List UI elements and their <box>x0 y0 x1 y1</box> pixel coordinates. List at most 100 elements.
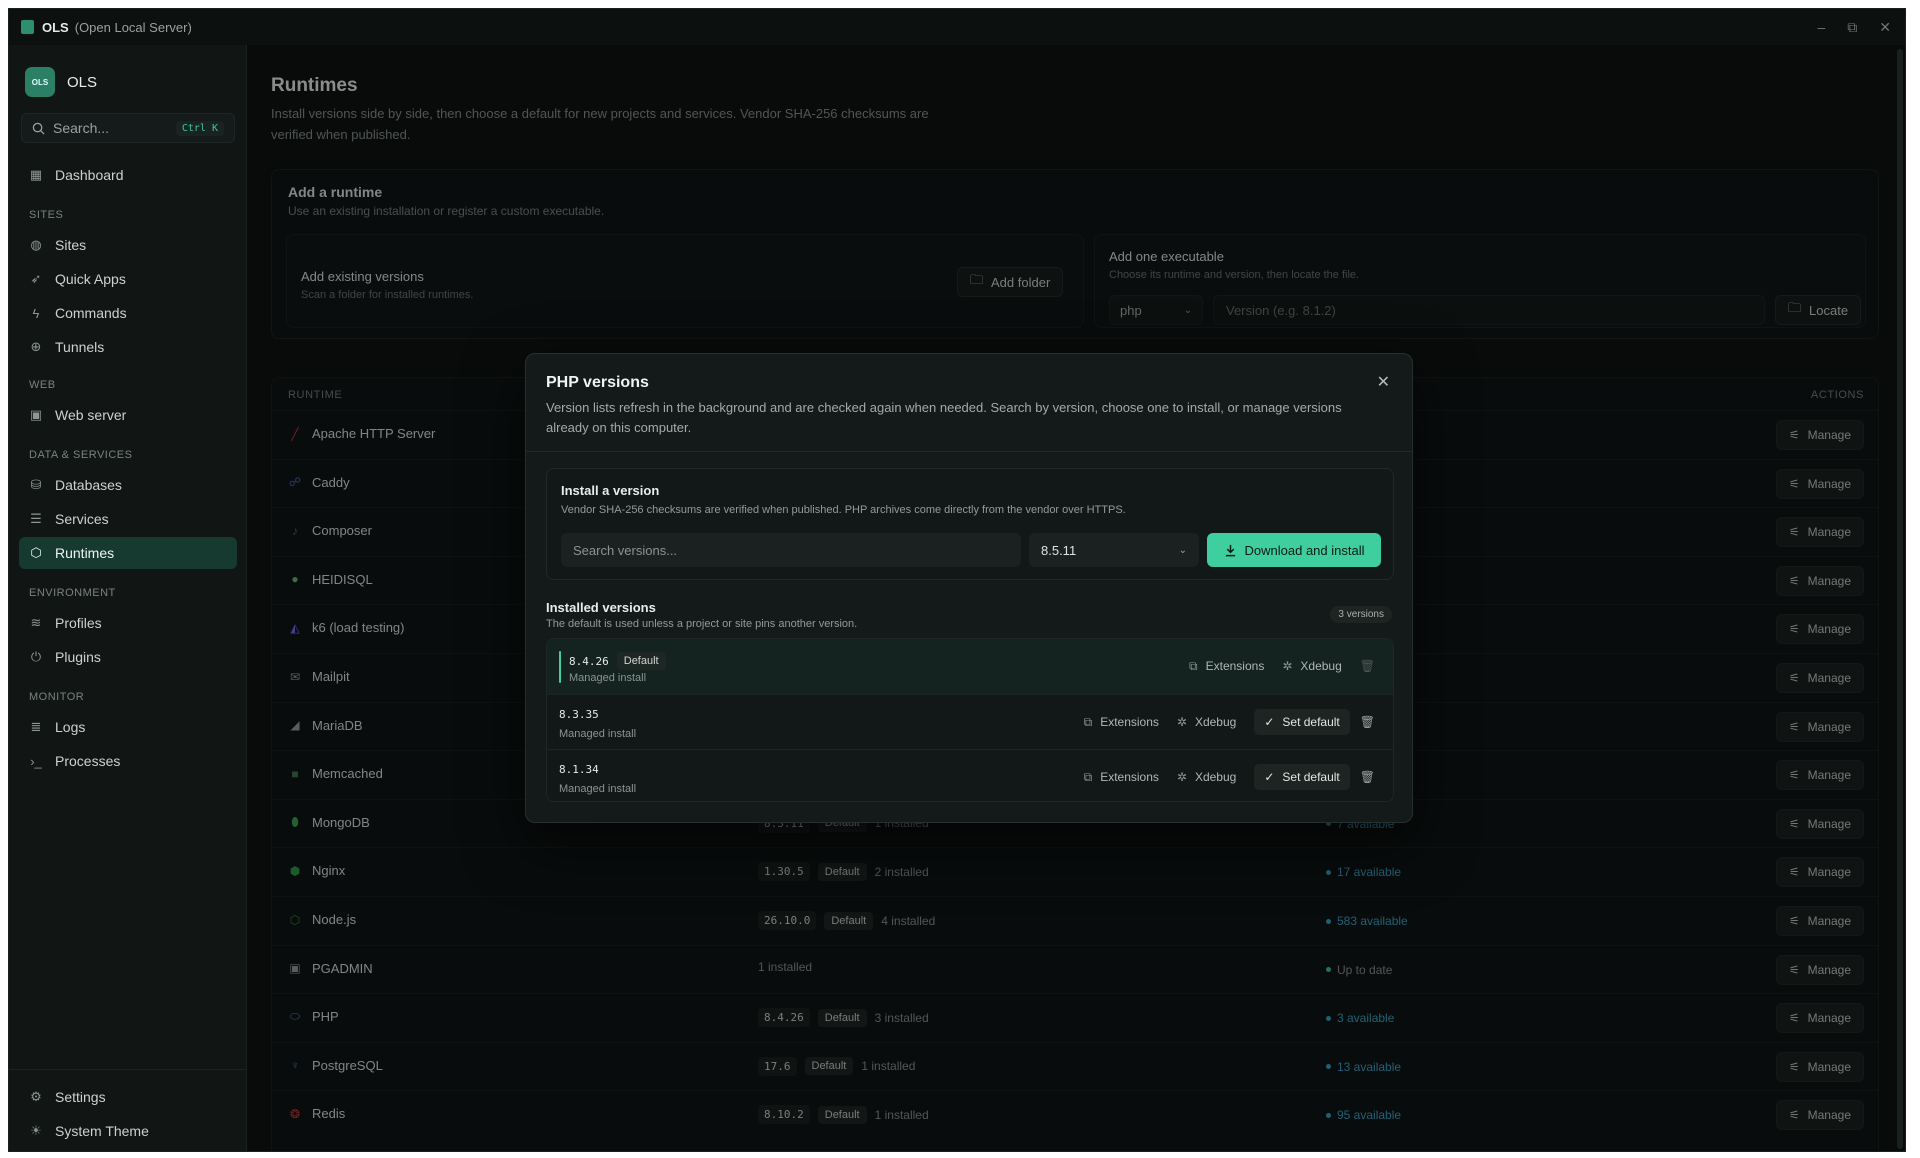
version-source: Managed install <box>559 783 637 795</box>
bug-icon: ✲ <box>1176 770 1187 784</box>
dialog-title: PHP versions <box>546 374 649 391</box>
theme-icon: ☀ <box>30 1123 42 1138</box>
xdebug-label: Xdebug <box>1300 659 1342 673</box>
set-default-label: Set default <box>1282 715 1340 729</box>
set-default-button[interactable]: ✓ Set default <box>1254 709 1350 735</box>
ols-logo-icon: OLS <box>25 67 55 97</box>
nav-section-sites: SITES <box>29 209 64 221</box>
bug-icon: ✲ <box>1176 715 1187 729</box>
sidebar-divider <box>9 1069 246 1070</box>
sidebar-item-label: System Theme <box>55 1123 149 1139</box>
install-desc: Vendor SHA-256 checksums are verified wh… <box>561 504 1126 516</box>
sidebar-item-label: Dashboard <box>55 167 124 183</box>
xdebug-button[interactable]: ✲ Xdebug <box>1282 659 1341 673</box>
close-icon[interactable]: ✕ <box>1377 372 1390 392</box>
titlebar: OLS (Open Local Server) – ⧉ ✕ <box>9 9 1905 45</box>
chevron-down-icon: ⌄ <box>1178 544 1187 556</box>
sidebar-item-databases[interactable]: ⛁ Databases <box>19 469 237 501</box>
installed-version-row: 8.4.26 Default Managed install ⧉ Extensio… <box>547 639 1393 694</box>
set-default-button[interactable]: ✓ Set default <box>1254 764 1350 790</box>
sidebar-item-label: Sites <box>55 237 87 253</box>
sidebar-search[interactable]: Search... Ctrl K <box>21 113 235 143</box>
sidebar-item-sites[interactable]: ◍ Sites <box>19 229 237 261</box>
xdebug-button[interactable]: ✲ Xdebug <box>1177 770 1236 784</box>
version-number: 8.1.34 <box>559 763 599 776</box>
brand-name: OLS <box>67 73 98 91</box>
server-icon: ▣ <box>29 407 43 422</box>
extensions-button[interactable]: ⧉ Extensions <box>1189 659 1264 674</box>
default-indicator <box>559 651 561 683</box>
search-icon <box>32 122 45 135</box>
installed-desc: The default is used unless a project or … <box>546 618 858 630</box>
sidebar-item-commands[interactable]: ϟ Commands <box>19 297 237 329</box>
installed-title: Installed versions <box>546 600 656 615</box>
dialog-description: Version lists refresh in the background … <box>546 400 1342 435</box>
brand[interactable]: OLS OLS <box>25 67 97 97</box>
download-install-button[interactable]: Download and install <box>1207 533 1381 567</box>
sidebar-item-profiles[interactable]: ≋ Profiles <box>19 607 237 639</box>
version-select-value: 8.5.11 <box>1041 542 1077 558</box>
trash-icon[interactable]: 🗑 <box>1360 770 1375 784</box>
sidebar-item-settings[interactable]: ⚙ Settings <box>19 1081 237 1113</box>
sidebar-item-label: Web server <box>55 407 127 423</box>
php-versions-dialog: PHP versions Version lists refresh in th… <box>525 353 1413 823</box>
sidebar-item-runtimes[interactable]: ⬡ Runtimes <box>19 537 237 569</box>
puzzle-icon: ⧉ <box>1189 658 1198 673</box>
terminal-icon: ›_ <box>30 753 42 769</box>
sidebar-item-processes[interactable]: ›_ Processes <box>19 745 237 777</box>
sidebar-item-label: Processes <box>55 753 121 769</box>
sidebar-item-label: Databases <box>55 477 122 493</box>
nav-section-environment: ENVIRONMENT <box>29 587 116 599</box>
version-number: 8.3.35 <box>559 708 599 721</box>
sidebar-item-quick-apps[interactable]: ➶ Quick Apps <box>19 263 237 295</box>
sidebar-item-label: Logs <box>55 719 86 735</box>
sidebar-item-label: Settings <box>55 1089 106 1105</box>
search-shortcut: Ctrl K <box>175 120 224 136</box>
extensions-button[interactable]: ⧉ Extensions <box>1084 715 1159 730</box>
puzzle-icon: ⧉ <box>1083 714 1093 729</box>
sidebar-item-logs[interactable]: ≣ Logs <box>19 711 237 743</box>
version-text: 8.4.26 <box>569 654 609 668</box>
minimize-icon[interactable]: – <box>1817 19 1825 35</box>
sidebar-item-label: Tunnels <box>55 339 105 355</box>
layers-icon: ≋ <box>30 615 42 630</box>
globe-icon: ◍ <box>30 237 42 252</box>
sidebar-item-plugins[interactable]: ⏻ Plugins <box>19 641 237 673</box>
maximize-icon[interactable]: ⧉ <box>1847 19 1857 36</box>
install-title: Install a version <box>561 483 660 498</box>
sidebar-item-label: Services <box>55 511 109 527</box>
sidebar-item-system-theme[interactable]: ☀ System Theme <box>19 1115 237 1147</box>
gear-icon: ⚙ <box>30 1089 42 1104</box>
tunnel-icon: ⊕ <box>30 339 42 354</box>
sidebar-item-services[interactable]: ☰ Services <box>19 503 237 535</box>
xdebug-button[interactable]: ✲ Xdebug <box>1177 715 1236 729</box>
extensions-label: Extensions <box>1100 770 1159 784</box>
trash-icon[interactable]: 🗑 <box>1360 715 1375 729</box>
extensions-button[interactable]: ⧉ Extensions <box>1084 770 1159 785</box>
dialog-divider <box>526 451 1412 452</box>
sidebar: OLS OLS Search... Ctrl K ▦ Dashboard SITE… <box>9 45 247 1151</box>
sidebar-item-tunnels[interactable]: ⊕ Tunnels <box>19 331 237 363</box>
nav-section-monitor: MONITOR <box>29 691 85 703</box>
sidebar-item-web-server[interactable]: ▣ Web server <box>19 399 237 431</box>
version-actions: ⧉ Extensions ✲ Xdebug ✓ Set default 🗑 <box>1084 709 1375 735</box>
sidebar-item-dashboard[interactable]: ▦ Dashboard <box>19 159 237 191</box>
version-select[interactable]: 8.5.11 ⌄ <box>1029 533 1199 567</box>
version-source: Managed install <box>569 672 647 684</box>
search-versions-input[interactable]: Search versions... <box>561 533 1021 567</box>
sidebar-item-label: Profiles <box>55 615 102 631</box>
xdebug-label: Xdebug <box>1194 715 1237 729</box>
close-window-icon[interactable]: ✕ <box>1879 19 1891 36</box>
window-controls: – ⧉ ✕ <box>1817 9 1891 45</box>
window-scrollbar[interactable] <box>1897 49 1903 1149</box>
version-actions: ⧉ Extensions ✲ Xdebug 🗑 <box>1189 653 1375 679</box>
installed-versions-list: 8.4.26 Default Managed install ⧉ Extensio… <box>546 638 1394 802</box>
check-icon: ✓ <box>1264 770 1275 784</box>
sidebar-item-label: Commands <box>55 305 127 321</box>
version-text: 8.3.35 <box>559 708 599 721</box>
download-label: Download and install <box>1244 542 1365 558</box>
bug-icon: ✲ <box>1282 659 1293 673</box>
installed-version-row: 8.3.35 Managed install ⧉ Extensions ✲ Xdeb… <box>547 694 1393 749</box>
app-icon <box>21 20 34 34</box>
app-subtitle: (Open Local Server) <box>74 19 192 35</box>
